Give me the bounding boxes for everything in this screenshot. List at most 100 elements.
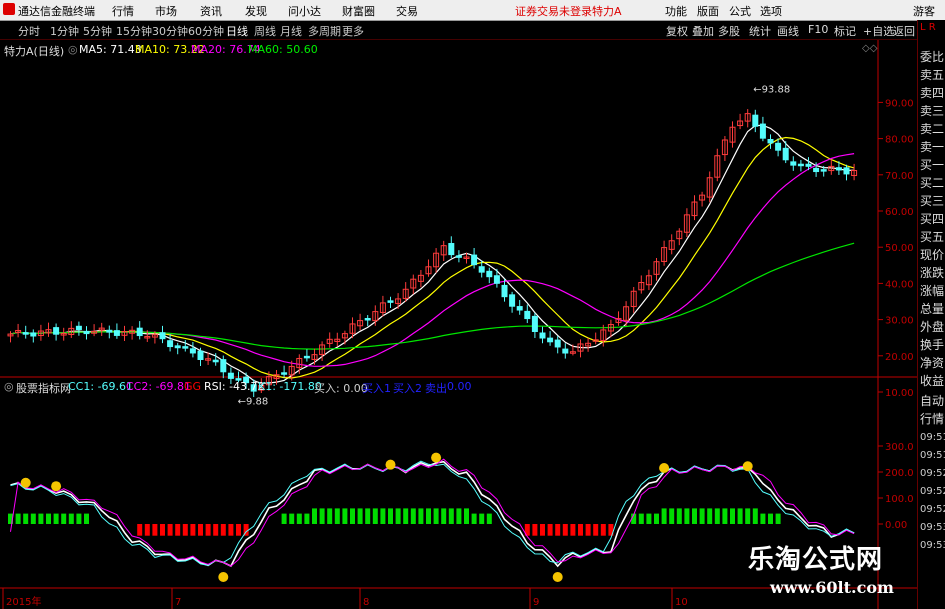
menu-market[interactable]: 市场 [155, 3, 177, 19]
price-tick-label: 50.00 [885, 243, 914, 254]
panel-toggle-label[interactable]: L R [920, 22, 936, 33]
candle-body [775, 142, 782, 151]
price-tick-label: 30.00 [885, 316, 914, 327]
candle-body [197, 350, 204, 360]
tool-statistics[interactable]: 统计 [749, 23, 771, 39]
tool-restore-rights[interactable]: 复权 [666, 23, 688, 39]
indicator-bar [471, 513, 477, 524]
watermark-url: www.60lt.com [770, 578, 894, 597]
indicator-bar [570, 524, 576, 536]
candle-body [813, 167, 820, 173]
indicator-tick-label: 300.0 [885, 442, 914, 453]
indicator-bar [646, 513, 652, 524]
indicator-tick-label: 100.0 [885, 494, 914, 505]
indicator-toggle-icon[interactable]: ◎ [4, 380, 14, 393]
candle-body [539, 332, 546, 339]
candle-body [53, 327, 60, 335]
candle-body [167, 340, 174, 348]
candle-body [281, 372, 288, 375]
indicator-bar [464, 508, 469, 524]
indicator-bar [76, 513, 82, 524]
tool-f10[interactable]: F10 [808, 23, 828, 36]
legend-toggle-icon[interactable]: ◎ [68, 43, 78, 56]
period-tab[interactable]: 周线 [254, 23, 276, 39]
candle-body [493, 275, 500, 284]
menu-discover[interactable]: 发现 [245, 3, 267, 19]
indicator-bar [30, 513, 36, 524]
candle-body [782, 147, 789, 161]
indicator-tick-label: 200.0 [885, 468, 914, 479]
candle-body [531, 315, 538, 332]
menu-formula[interactable]: 公式 [729, 3, 751, 19]
period-tab[interactable]: 60分钟 [188, 23, 224, 39]
period-tab-more[interactable]: 更多 [342, 23, 364, 39]
panel-item-quotes[interactable]: 行情 [920, 410, 944, 427]
tool-overlay[interactable]: 叠加 [692, 23, 714, 39]
indicator-bar [152, 524, 158, 536]
panel-item: 收益 [920, 374, 945, 388]
tool-back[interactable]: 返回 [893, 23, 915, 39]
guest-label[interactable]: 游客 [913, 3, 935, 19]
indicator-bar [350, 508, 355, 524]
period-tab-active[interactable]: 日线 [226, 23, 248, 39]
indicator-bar [441, 508, 447, 524]
menu-layout[interactable]: 版面 [697, 3, 719, 19]
period-tab[interactable]: 1分钟 [50, 23, 79, 39]
indicator-bar [410, 508, 416, 524]
menu-quotes[interactable]: 行情 [112, 3, 134, 19]
indicator-bar [714, 508, 720, 524]
indicator-bar [137, 524, 143, 536]
menu-ask[interactable]: 问小达 [288, 3, 321, 19]
candle-body [843, 167, 850, 175]
indicator-bar [388, 508, 393, 524]
indicator-bar [372, 508, 378, 524]
menu-trade[interactable]: 交易 [396, 3, 418, 19]
menu-function[interactable]: 功能 [665, 3, 687, 19]
menu-wealth[interactable]: 财富圈 [342, 3, 375, 19]
panel-item: 外盘 [920, 320, 945, 334]
tool-multi-stock[interactable]: 多股 [718, 23, 740, 39]
period-bar: 分时 1分钟 5分钟 15分钟 30分钟 60分钟 日线 周线 月线 多周期 更… [0, 21, 945, 40]
candle-body [797, 163, 804, 167]
candle-body [174, 345, 181, 349]
candle-body [486, 270, 493, 278]
cc1-value: CC1: -69.61 [68, 380, 134, 393]
candle-body [455, 255, 462, 258]
candle-body [220, 359, 227, 373]
indicator-bar [699, 508, 705, 524]
period-tab[interactable]: 30分钟 [152, 23, 188, 39]
indicator-bar [281, 513, 287, 524]
indicator-bar [296, 513, 302, 524]
indicator-bar [357, 508, 363, 524]
tool-add-watchlist[interactable]: +自选 [863, 23, 894, 39]
price-tick-label: 60.00 [885, 207, 914, 218]
period-tab[interactable]: 15分钟 [116, 23, 152, 39]
kline-chart[interactable]: 90.0080.0070.0060.0050.0040.0030.0020.00… [0, 40, 917, 609]
indicator-bar [220, 524, 226, 536]
period-tab[interactable]: 分时 [18, 23, 40, 39]
trade-login-warning[interactable]: 证券交易未登录 [515, 3, 592, 19]
indicator-bar [38, 513, 44, 524]
menu-news[interactable]: 资讯 [200, 3, 222, 19]
indicator-bar [175, 524, 181, 536]
indicator-bar [205, 524, 211, 536]
tick-time: 09:53 [920, 522, 945, 533]
indicator-bar [585, 524, 591, 536]
period-tab[interactable]: 5分钟 [83, 23, 112, 39]
tool-mark[interactable]: 标记 [834, 23, 856, 39]
period-tab[interactable]: 月线 [280, 23, 302, 39]
indicator-bar [319, 508, 325, 524]
menu-options[interactable]: 选项 [760, 3, 782, 19]
indicator-bar [334, 508, 340, 524]
indicator-bar [562, 524, 568, 536]
main-chart-settings-icon[interactable]: ◇◇ [862, 43, 877, 54]
app-title: 通达信金融终端 [18, 5, 95, 18]
tool-draw-line[interactable]: 画线 [777, 23, 799, 39]
indicator-bar [418, 508, 424, 524]
indicator-bar [23, 513, 29, 524]
panel-item-auto[interactable]: 自动 [920, 392, 944, 409]
app-logo-icon [3, 3, 15, 15]
period-tab[interactable]: 多周期 [308, 23, 341, 39]
panel-item: 卖四 [920, 86, 945, 100]
indicator-bar [167, 524, 173, 536]
